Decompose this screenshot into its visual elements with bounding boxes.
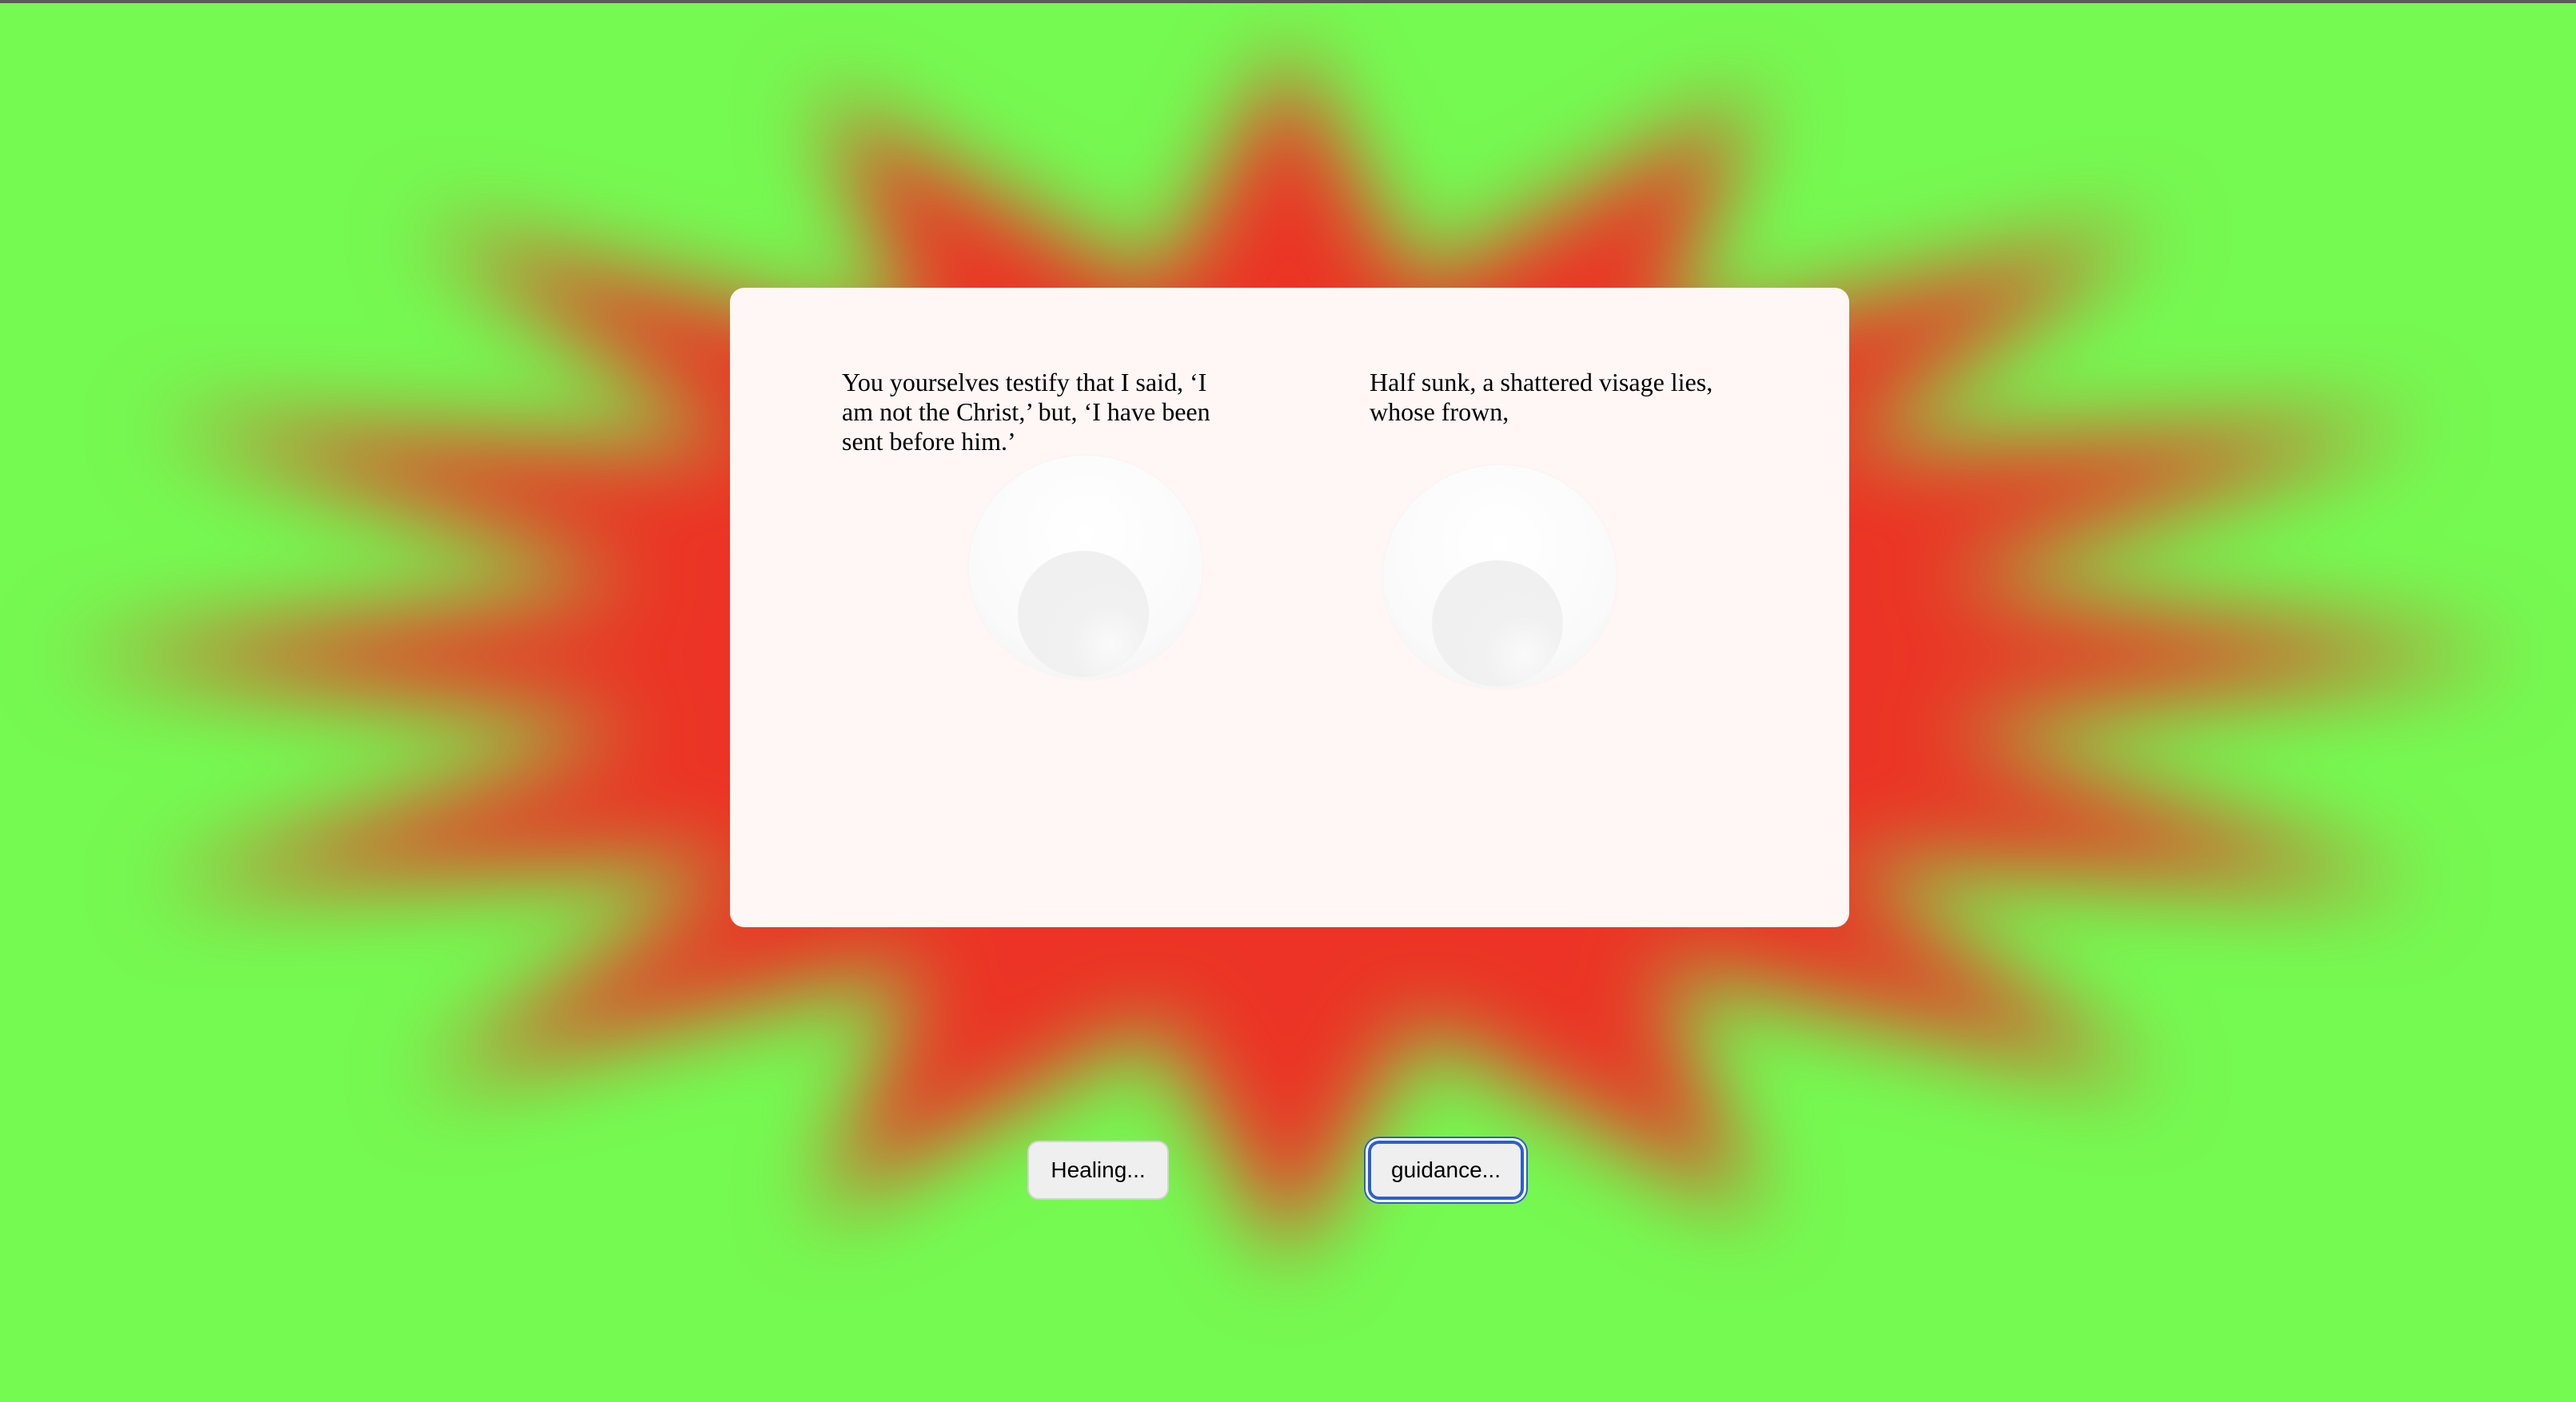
poem-card: You yourselves testify that I said, ‘I a… (730, 288, 1849, 927)
passage-left-text: You yourselves testify that I said, ‘I a… (842, 368, 1210, 456)
healing-button[interactable]: Healing... (1027, 1141, 1169, 1200)
left-googly-eye (969, 456, 1202, 679)
passage-right-text: Half sunk, a shattered visage lies, whos… (1370, 368, 1713, 426)
right-pupil (1432, 560, 1563, 687)
guidance-button[interactable]: guidance... (1368, 1141, 1524, 1200)
left-pupil (1018, 551, 1149, 677)
right-googly-eye (1383, 465, 1617, 689)
